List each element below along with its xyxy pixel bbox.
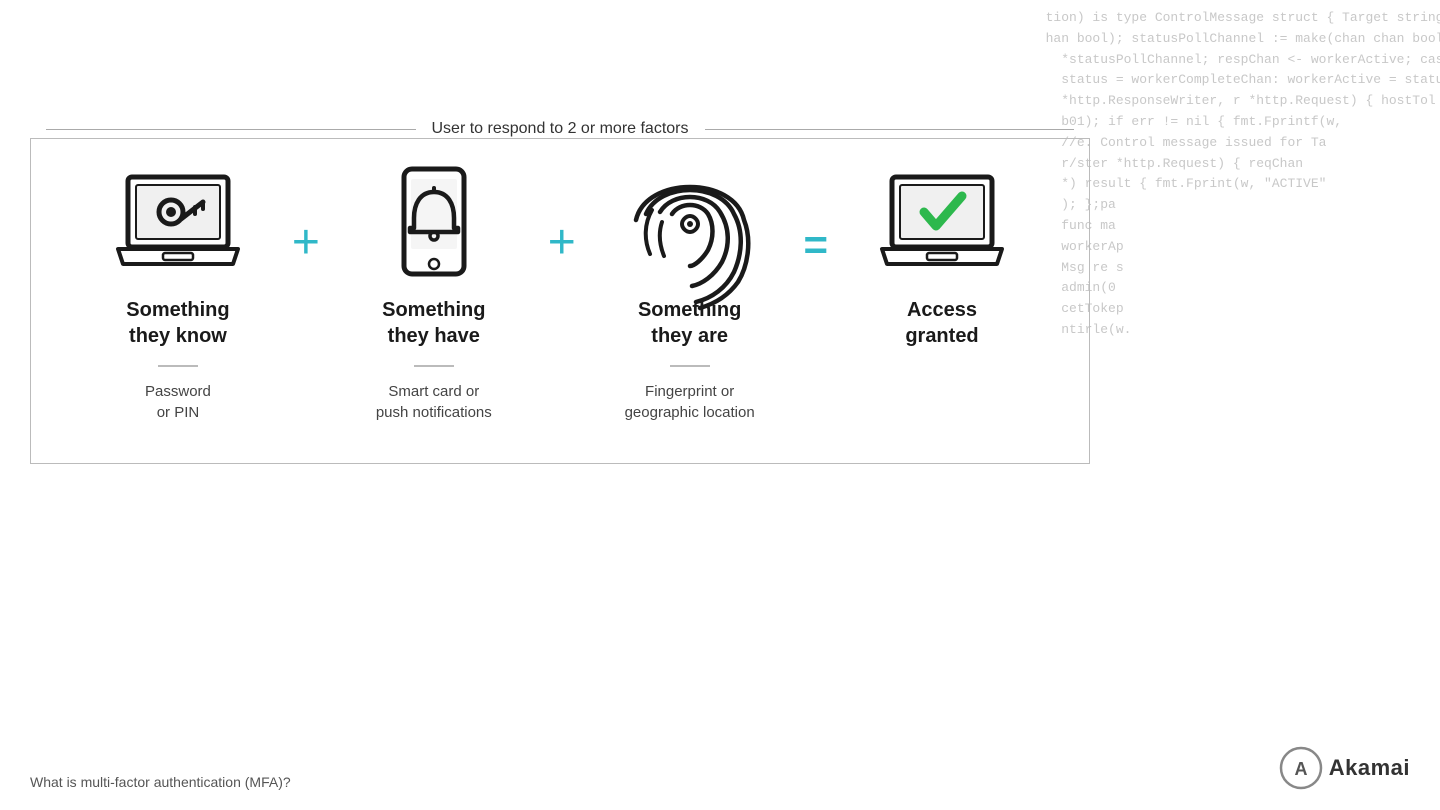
factor-have-subtitle: Smart card orpush notifications [376,381,492,423]
factor-have-title: Somethingthey have [382,297,485,349]
factor-are-divider [670,365,710,367]
akamai-logo: A Akamai [1279,746,1410,790]
factor-know: Somethingthey know Passwordor PIN [78,169,278,423]
mfa-diagram: User to respond to 2 or more factors [30,120,1090,464]
equals-operator: = [804,199,829,269]
factor-have-divider [414,365,454,367]
factor-are-subtitle: Fingerprint orgeographic location [625,381,755,423]
mfa-label: What is multi-factor authentication (MFA… [30,774,291,790]
fingerprint-icon [625,169,755,279]
factor-have: Somethingthey have Smart card orpush not… [334,169,534,423]
factor-know-subtitle: Passwordor PIN [145,381,211,423]
laptop-check-icon [877,169,1007,279]
factor-are-title: Somethingthey are [638,297,741,349]
akamai-logo-text: Akamai [1329,755,1410,781]
factor-are: Somethingthey are Fingerprint orgeograph… [590,169,790,423]
plus-operator-1: + [292,199,320,267]
svg-text:A: A [1294,759,1307,779]
akamai-icon: A [1279,746,1323,790]
laptop-key-icon [113,169,243,279]
plus-operator-2: + [548,199,576,267]
factor-know-divider [158,365,198,367]
bottom-bar: What is multi-factor authentication (MFA… [30,746,1410,790]
diagram-box: Somethingthey know Passwordor PIN + [30,138,1090,464]
factor-access-granted: Accessgranted [842,169,1042,365]
diagram-title: User to respond to 2 or more factors [30,120,1090,138]
access-granted-title: Accessgranted [905,297,978,349]
factor-know-title: Somethingthey know [126,297,229,349]
phone-bell-icon [369,169,499,279]
